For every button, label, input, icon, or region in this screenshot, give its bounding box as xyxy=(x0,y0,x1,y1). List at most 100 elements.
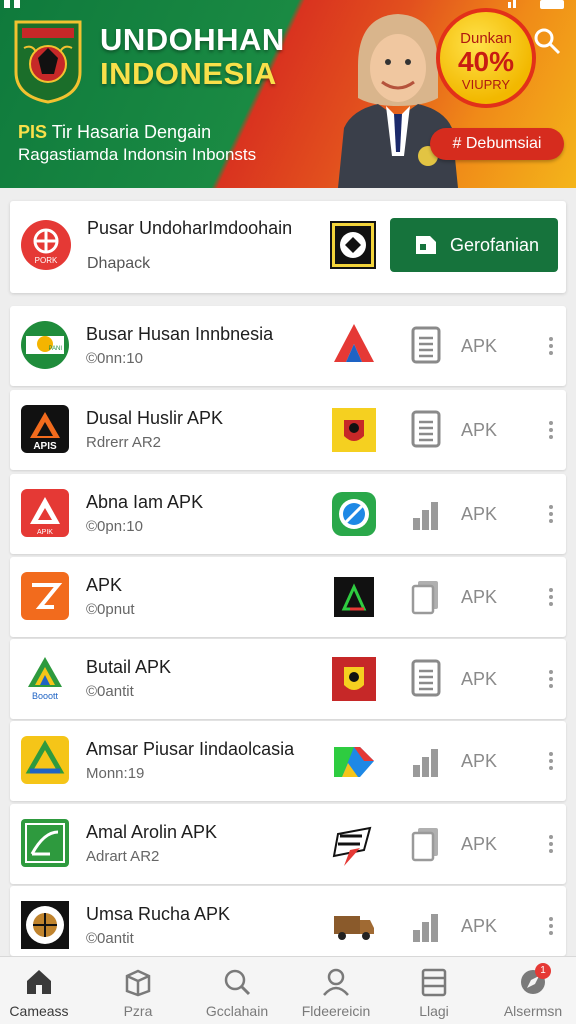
app-logo-text: APIK xyxy=(37,529,53,536)
nav-item-search[interactable]: Gcclahain xyxy=(189,957,285,1024)
app-name: Busar Husan Innbnesia xyxy=(86,324,274,344)
app-thumbnail xyxy=(334,916,374,940)
signal-bars-icon xyxy=(413,749,438,777)
app-sub: Monn:19 xyxy=(86,765,145,782)
status-icons-left xyxy=(4,0,20,8)
nav-item-box[interactable]: Pzra xyxy=(90,957,186,1024)
app-logo xyxy=(21,819,69,867)
banner-subtitle-line2: Ragastiamda Indonsin Inbonsts xyxy=(18,145,257,164)
nav-label: Llagi xyxy=(419,1003,449,1019)
app-sub: ©0antit xyxy=(86,930,134,947)
app-logo-text: Booott xyxy=(32,691,59,701)
more-options-icon[interactable] xyxy=(544,583,558,611)
discount-badge[interactable]: Dunkan 40% VIUPRY xyxy=(436,8,536,108)
more-options-icon[interactable] xyxy=(544,912,558,940)
apk-tag: APK xyxy=(461,420,498,440)
nav-label: Cameass xyxy=(9,1003,69,1019)
banner-title-line2: INDONESIA xyxy=(100,56,277,91)
list-item[interactable]: APIK Abna Iam APK ©0pn:10 APK xyxy=(10,474,566,554)
document-icon xyxy=(411,326,441,364)
document-icon xyxy=(411,410,441,448)
app-logo: Booott xyxy=(28,657,62,701)
copy-icon xyxy=(411,828,438,862)
list-item[interactable]: PANI Busar Husan Innbnesia ©0nn:10 APK xyxy=(10,306,566,386)
featured-download-label: Gerofanian xyxy=(450,235,540,255)
app-name: Abna Iam APK xyxy=(86,492,204,512)
featured-app-card[interactable]: PORK Pusar UndoharImdoohain Dhapack Gero… xyxy=(10,201,566,293)
notification-badge: 1 xyxy=(535,963,551,979)
list-item[interactable]: Amal Arolin APK Adrart AR2 APK xyxy=(10,804,566,884)
discount-badge-caption: VIUPRY xyxy=(461,77,511,92)
box-icon xyxy=(125,969,151,997)
list-item[interactable]: APK ©0pnut APK xyxy=(10,557,566,637)
featured-app-sub: Dhapack xyxy=(87,255,151,272)
download-doc-icon xyxy=(416,236,436,254)
list-item[interactable]: Umsa Rucha APK ©0antit APK xyxy=(10,886,566,956)
app-thumbnail xyxy=(332,492,376,536)
more-options-icon[interactable] xyxy=(544,332,558,360)
featured-logo-text: PORK xyxy=(35,256,58,265)
list-item[interactable]: Amsar Piusar Iindaolcasia Monn:19 APK xyxy=(10,721,566,801)
nav-label: Pzra xyxy=(123,1003,153,1019)
nav-item-alerts[interactable]: 1 Alsermsn xyxy=(485,957,576,1024)
app-name: Amal Arolin APK xyxy=(86,822,218,842)
discount-badge-value: 40% xyxy=(457,46,515,77)
apk-tag: APK xyxy=(461,336,498,356)
featured-download-button[interactable]: Gerofanian xyxy=(390,218,558,272)
app-sub: Adrart AR2 xyxy=(86,848,160,865)
app-name: APK xyxy=(86,575,123,595)
more-options-icon[interactable] xyxy=(544,500,558,528)
banner-title-line1: UNDOHHAN xyxy=(100,22,285,57)
apk-tag: APK xyxy=(461,669,498,689)
apk-tag: APK xyxy=(461,587,498,607)
apk-tag: APK xyxy=(461,834,498,854)
banner-subtitle-prefix: PIS xyxy=(18,122,48,142)
banner-subtitle-line1: PIS Tir Hasaria Dengain xyxy=(18,122,211,143)
promo-cta-button[interactable]: # Debumsiai xyxy=(430,128,564,160)
nav-item-list[interactable]: Llagi xyxy=(386,957,482,1024)
apk-tag: APK xyxy=(461,751,498,771)
list-icon xyxy=(421,968,447,997)
promo-banner[interactable]: UNDOHHAN INDONESIA PIS Tir Hasaria Denga… xyxy=(0,0,576,188)
app-logo xyxy=(21,901,69,949)
app-logo: PANI xyxy=(21,321,69,369)
home-icon xyxy=(27,970,51,994)
app-thumbnail xyxy=(334,577,374,617)
nav-item-profile[interactable]: Fldeereicin xyxy=(288,957,384,1024)
crest-logo xyxy=(14,20,82,104)
document-icon xyxy=(411,659,441,697)
app-sub: ©0nn:10 xyxy=(86,350,143,367)
app-screen: UNDOHHAN INDONESIA PIS Tir Hasaria Denga… xyxy=(0,0,576,1024)
featured-app-logo: PORK xyxy=(21,220,71,270)
more-options-icon[interactable] xyxy=(544,830,558,858)
app-name: Umsa Rucha APK xyxy=(86,904,231,924)
more-options-icon[interactable] xyxy=(544,747,558,775)
status-icons-right xyxy=(508,0,564,9)
list-item[interactable]: APIS Dusal Huslir APK Rdrerr AR2 APK xyxy=(10,390,566,470)
app-logo xyxy=(21,572,69,620)
signal-bars-icon xyxy=(413,914,438,942)
app-name: Dusal Huslir APK xyxy=(86,408,224,428)
app-name: Amsar Piusar Iindaolcasia xyxy=(86,739,295,759)
search-icon[interactable] xyxy=(532,26,562,56)
app-thumbnail xyxy=(334,747,374,777)
app-logo-text: PANI xyxy=(48,346,62,352)
nav-item-home[interactable]: Cameass xyxy=(0,957,87,1024)
app-thumbnail xyxy=(332,826,372,866)
list-item[interactable]: Booott Butail APK ©0antit APK xyxy=(10,639,566,719)
nav-label: Fldeereicin xyxy=(301,1003,371,1019)
banner-subtitle-text: Tir Hasaria Dengain xyxy=(51,122,212,142)
more-options-icon[interactable] xyxy=(544,665,558,693)
app-thumbnail xyxy=(332,657,376,701)
featured-app-thumbnail xyxy=(330,221,376,269)
app-name: Butail APK xyxy=(86,657,172,677)
app-thumbnail xyxy=(334,324,374,369)
more-options-icon[interactable] xyxy=(544,416,558,444)
app-thumbnail xyxy=(332,408,376,452)
nav-label: Gcclahain xyxy=(205,1003,269,1019)
app-logo xyxy=(21,736,69,784)
apk-tag: APK xyxy=(461,504,498,524)
app-sub: Rdrerr AR2 xyxy=(86,434,162,451)
nav-label: Alsermsn xyxy=(503,1003,563,1019)
apk-tag: APK xyxy=(461,916,498,936)
